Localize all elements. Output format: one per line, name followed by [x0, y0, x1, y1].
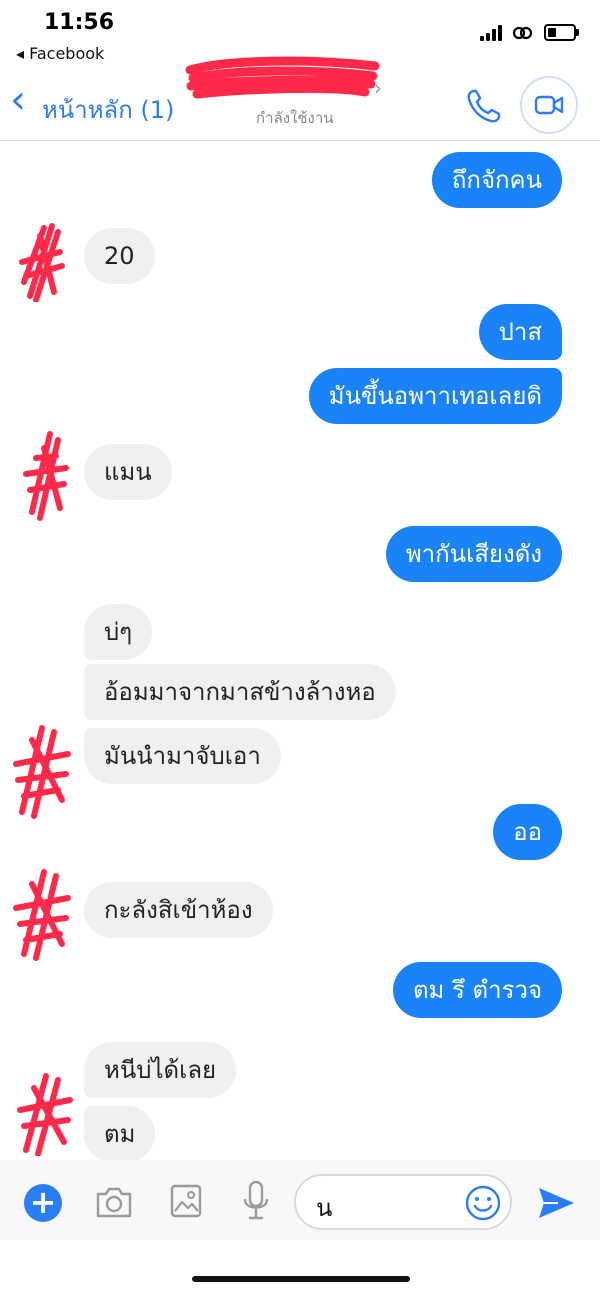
home-indicator: [192, 1276, 410, 1282]
message-bubble-incoming[interactable]: ตม: [84, 1106, 156, 1162]
message-bubble-incoming[interactable]: กะลังสิเข้าห้อง: [84, 882, 273, 938]
back-button[interactable]: หน้าหลัก (1): [42, 90, 174, 129]
smiley-icon[interactable]: [464, 1184, 502, 1222]
image-icon[interactable]: [170, 1184, 202, 1218]
video-call-button[interactable]: [520, 76, 578, 134]
message-bubble-outgoing[interactable]: พากันเสียงดัง: [385, 526, 562, 582]
message-bubble-outgoing[interactable]: ปาส: [478, 304, 562, 360]
phone-icon[interactable]: [464, 86, 504, 126]
send-icon[interactable]: [536, 1184, 576, 1222]
header-divider: [0, 140, 600, 141]
video-camera-icon: [534, 95, 564, 115]
message-bubble-incoming[interactable]: 20: [84, 228, 155, 284]
message-bubble-outgoing[interactable]: มันขึ้นอพาาเทอเลยดิ: [308, 368, 562, 424]
signal-icon: [480, 24, 502, 41]
avatar: [13, 869, 71, 961]
plus-icon[interactable]: +: [24, 1184, 62, 1222]
message-bubble-incoming[interactable]: อ้อมมาจากมาสข้างล้างหอ: [84, 664, 396, 720]
chevron-left-icon[interactable]: ‹: [10, 80, 26, 120]
battery-icon: [544, 24, 579, 41]
message-bubble-incoming[interactable]: มันนำมาจับเอา: [84, 728, 281, 784]
camera-icon[interactable]: [94, 1184, 134, 1220]
chevron-right-icon[interactable]: ›: [374, 76, 382, 100]
avatar: [13, 725, 71, 819]
message-bubble-incoming[interactable]: แมน: [84, 444, 172, 500]
contact-name-redaction: [185, 56, 380, 99]
link-icon: [512, 26, 533, 39]
message-bubble-incoming[interactable]: บ่ๆ: [84, 604, 153, 660]
status-time: 11:56: [44, 10, 115, 35]
message-bubble-outgoing[interactable]: ตม รึ ตำรวจ: [392, 962, 562, 1018]
message-input-value[interactable]: น: [316, 1188, 332, 1227]
microphone-icon[interactable]: [242, 1180, 270, 1222]
message-bubble-incoming[interactable]: หนีบ่ได้เลย: [84, 1042, 237, 1098]
avatar: [19, 223, 65, 302]
avatar: [23, 431, 69, 521]
active-status: กำลังใช้งาน: [256, 109, 334, 127]
message-bubble-outgoing[interactable]: ออ: [493, 804, 562, 860]
message-bubble-outgoing[interactable]: ถึกจักคน: [431, 152, 562, 208]
status-icons: [480, 24, 579, 41]
back-to-app-link[interactable]: ◂ Facebook: [16, 44, 104, 63]
avatar: [17, 1073, 73, 1156]
